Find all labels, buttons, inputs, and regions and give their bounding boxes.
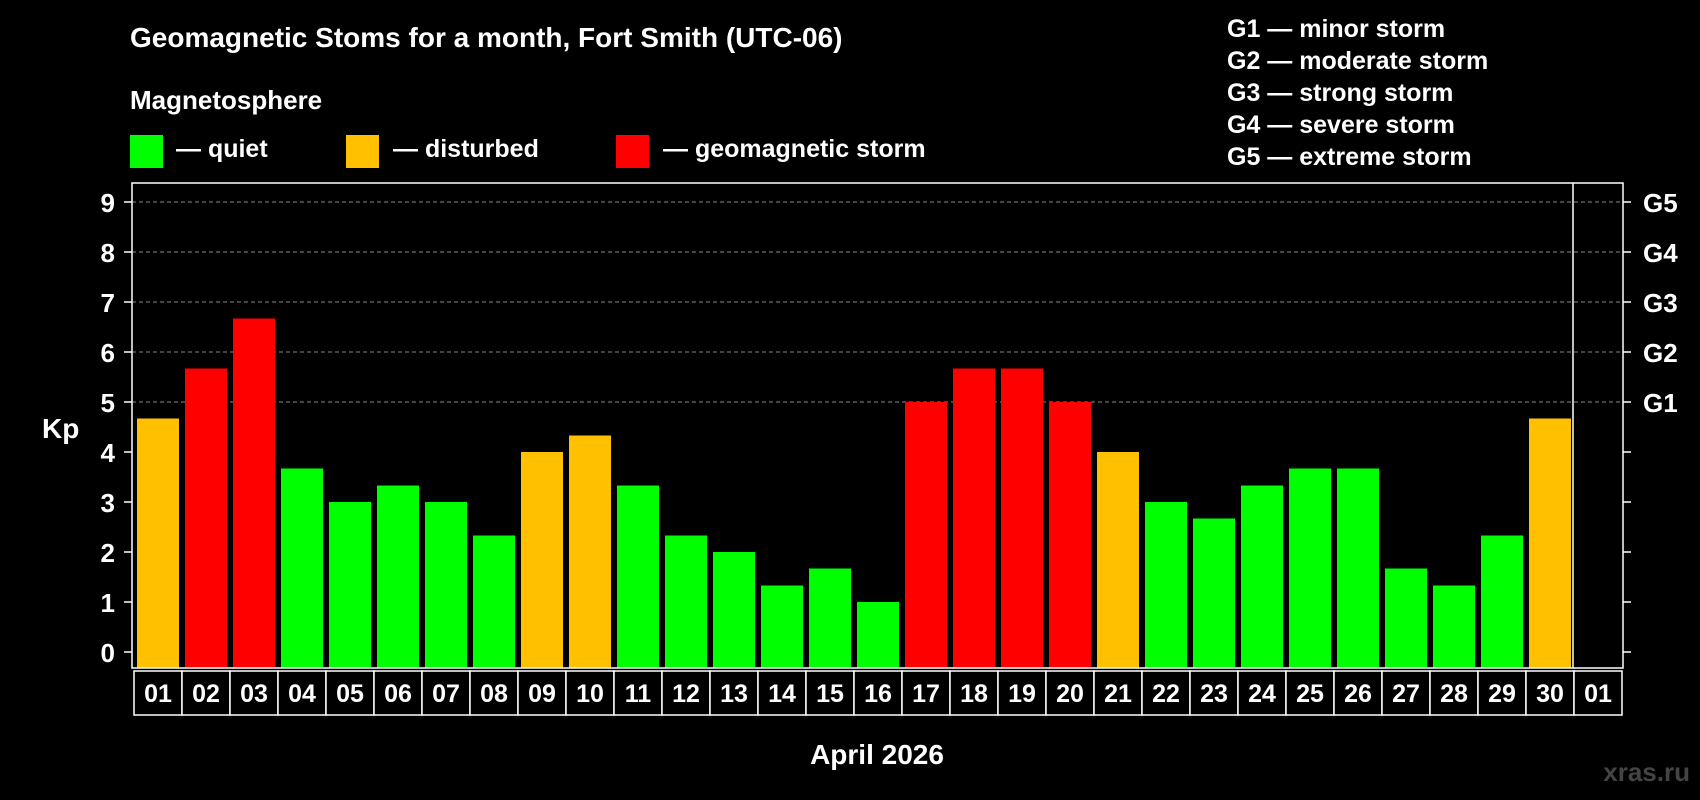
bar: [329, 502, 371, 668]
bar: [1049, 402, 1091, 668]
x-tick-label: 24: [1248, 680, 1276, 708]
x-tick-label: 17: [912, 680, 940, 708]
x-tick-label: 05: [336, 680, 364, 708]
x-tick-label: 02: [192, 680, 220, 708]
legend-swatch-disturbed: [346, 135, 379, 168]
bar: [1145, 502, 1187, 668]
g-level-label: G3: [1643, 288, 1678, 318]
g-scale-g2: G2 — moderate storm: [1227, 47, 1488, 75]
bar: [617, 485, 659, 668]
y-tick-label: 8: [101, 238, 115, 268]
bar: [761, 585, 803, 668]
bar: [713, 552, 755, 668]
x-tick-label: 04: [288, 680, 316, 708]
g-level-label: G5: [1643, 188, 1678, 218]
g-scale-g1: G1 — minor storm: [1227, 15, 1445, 43]
bar: [233, 318, 275, 668]
bar: [1097, 452, 1139, 668]
y-tick-label: 0: [101, 638, 115, 668]
bar: [137, 418, 179, 668]
bar: [1385, 568, 1427, 668]
g-scale-g3: G3 — strong storm: [1227, 79, 1453, 107]
x-tick-label: 10: [576, 680, 604, 708]
x-tick-label: 27: [1392, 680, 1420, 708]
x-tick-label: 26: [1344, 680, 1372, 708]
chart-title: Geomagnetic Stoms for a month, Fort Smit…: [130, 22, 842, 53]
g-level-label: G4: [1643, 238, 1678, 268]
legend-label-quiet: — quiet: [176, 135, 268, 163]
x-tick-label: 11: [625, 680, 652, 708]
x-tick-label: 22: [1152, 680, 1180, 708]
x-tick-label: 25: [1296, 680, 1324, 708]
x-tick-label: 12: [672, 680, 700, 708]
bar: [569, 435, 611, 668]
bar: [1529, 418, 1571, 668]
bar: [425, 502, 467, 668]
bar: [953, 368, 995, 668]
bar: [1193, 518, 1235, 668]
y-tick-label: 7: [101, 288, 115, 318]
x-tick-label: 23: [1200, 680, 1228, 708]
y-tick-label: 2: [101, 538, 115, 568]
x-tick-label: 19: [1008, 680, 1036, 708]
bar: [1337, 468, 1379, 668]
legend-label-storm: — geomagnetic storm: [663, 135, 926, 163]
bar: [281, 468, 323, 668]
x-tick-label: 28: [1440, 680, 1468, 708]
x-tick-labels: 01 02 03 04 05 06 07 08 09 10 11 12 13 14 15 16 17 18 19 20…: [133, 670, 1623, 716]
x-tick-label: 20: [1056, 680, 1084, 708]
bar: [1001, 368, 1043, 668]
g-level-label: G1: [1643, 388, 1678, 418]
legend-heading: Magnetosphere: [130, 85, 322, 115]
x-tick-label: 08: [480, 680, 508, 708]
bar: [809, 568, 851, 668]
x-tick-label: 21: [1104, 680, 1132, 708]
x-tick-label: 01: [1584, 680, 1612, 708]
x-tick-label: 30: [1536, 680, 1564, 708]
bar: [473, 535, 515, 668]
x-axis-label: April 2026: [810, 739, 944, 770]
g-scale-g4: G4 — severe storm: [1227, 111, 1455, 139]
watermark: xras.ru: [1603, 757, 1690, 787]
kp-chart: Geomagnetic Stoms for a month, Fort Smit…: [0, 0, 1700, 800]
y-tick-label: 9: [101, 188, 115, 218]
x-tick-label: 07: [432, 680, 460, 708]
x-tick-label: 15: [816, 680, 844, 708]
bar: [521, 452, 563, 668]
x-tick-label: 18: [960, 680, 988, 708]
g-scale-g5: G5 — extreme storm: [1227, 143, 1472, 171]
y-axis-label: Kp: [42, 413, 79, 444]
bar: [905, 402, 947, 668]
y-tick-label: 5: [101, 388, 115, 418]
y-tick-label: 4: [101, 438, 116, 468]
bar: [857, 602, 899, 668]
bar: [665, 535, 707, 668]
x-tick-label: 09: [528, 680, 556, 708]
bar: [377, 485, 419, 668]
bar: [1241, 485, 1283, 668]
x-tick-label: 06: [384, 680, 412, 708]
y-tick-label: 6: [101, 338, 115, 368]
bar: [1289, 468, 1331, 668]
y-tick-label: 3: [101, 488, 115, 518]
bar: [1433, 585, 1475, 668]
bar: [185, 368, 227, 668]
x-tick-label: 29: [1488, 680, 1516, 708]
legend-swatch-storm: [616, 135, 649, 168]
x-tick-label: 14: [768, 680, 796, 708]
x-tick-label: 01: [144, 680, 172, 708]
x-tick-label: 13: [720, 680, 748, 708]
x-tick-label: 03: [240, 680, 268, 708]
bar: [1481, 535, 1523, 668]
legend-label-disturbed: — disturbed: [393, 135, 539, 163]
x-tick-label: 16: [864, 680, 892, 708]
g-level-label: G2: [1643, 338, 1678, 368]
y-tick-label: 1: [101, 588, 115, 618]
legend-swatch-quiet: [130, 135, 163, 168]
